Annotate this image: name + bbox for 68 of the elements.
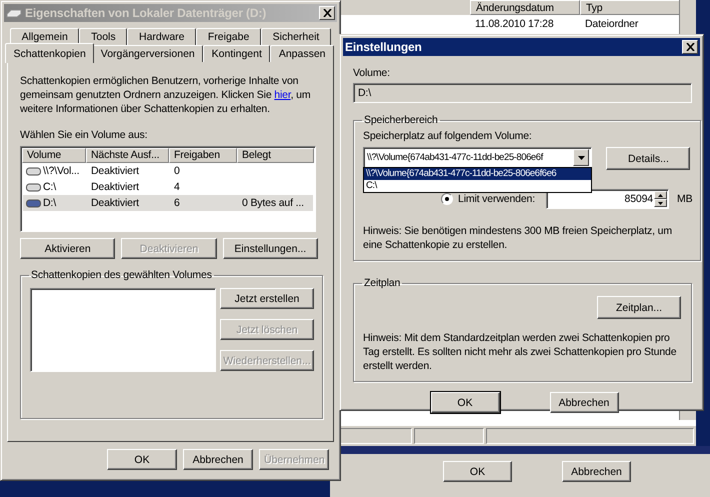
help-link[interactable]: hier [274,89,291,101]
column-header[interactable]: Typ [580,0,680,15]
table-cell-text: 11.08.2010 17:28 [474,18,555,30]
volume-field: D:\ [353,83,692,103]
table-cell: D:\ [43,197,56,209]
close-button[interactable] [682,40,698,54]
column-header[interactable]: Volume [22,148,86,163]
dropdown-option[interactable]: C:\ [364,180,591,192]
volume-dropdown[interactable]: \\?\Volume{674ab431-477c-11dd-be25-806e6f [363,147,592,168]
dialog-button[interactable]: OK [443,461,512,482]
tab[interactable]: Vorgängerversionen [92,45,204,62]
tab[interactable]: Sicherheit [260,28,332,45]
unit-label: MB [677,193,692,205]
drive-icon [26,198,41,208]
dialog-button[interactable]: Abbrechen [550,392,618,413]
tab[interactable]: Tools [79,28,128,45]
drive-icon [6,8,22,18]
field-label: Volume: [353,66,391,80]
tab[interactable]: Freigabe [196,28,261,45]
radio-button[interactable] [441,193,453,205]
dialog-button[interactable]: OK [107,449,177,470]
column-header[interactable]: Belegt [237,148,314,163]
copy-button[interactable]: Jetzt erstellen [220,288,314,309]
window-title: Einstellungen [345,40,423,54]
volume-row[interactable]: D:\ Deaktiviert 6 0 Bytes auf ... [23,195,313,211]
dialog-button[interactable]: Abbrechen [183,449,253,470]
table-cell-text: 0 Bytes auf ... [241,197,305,209]
limit-spinbox[interactable]: 85094 [546,189,669,209]
dropdown-option[interactable]: \\?\Volume{674ab431-477c-11dd-be25-806e6f6e6 [364,168,591,180]
drive-icon [26,182,41,192]
hint-text: Hinweis: Sie benötigen mindestens 300 MB freien Speicherplatz, um eine Schattenkopie zu erstellen. [363,224,673,252]
table-cell-text: Deaktiviert [90,197,140,209]
table-cell-text: 4 [173,181,181,193]
close-icon [322,9,332,17]
column-header[interactable]: Nächste Ausf... [86,148,169,163]
volume-row[interactable]: \\?\Vol... Deaktiviert 0 [23,163,313,179]
dialog-button[interactable]: Abbrechen [562,461,631,482]
radio-label: Limit verwenden: [458,193,536,205]
table-cell-text: Dateiordner [584,18,640,30]
drive-icon [26,166,41,176]
close-icon [686,43,694,51]
group-title: Zeitplan [363,277,402,290]
tab[interactable]: Kontingent [203,45,270,62]
volume-button[interactable]: Einstellungen... [222,238,318,259]
volume-button[interactable]: Aktivieren [20,238,116,259]
table-cell: C:\ [43,181,56,193]
column-header[interactable]: Freigaben [169,148,237,163]
table-cell-text: Deaktiviert [90,181,140,193]
intro-text: Schattenkopien ermöglichen Benutzern, vorherige Inhalte von gemeinsam genutzten Ordnern anzuzeigen. Klicken Sie hier, um weitere Informationen über Schattenkopien zu erhalten. [20,74,312,116]
group-title: Speicherbereich [363,114,439,127]
hint-text: Hinweis: Mit dem Standardzeitplan werden zwei Schattenkopien pro Tag erstellt. Es sollten nicht mehr als zwei Schattenkopien pro Stunde erstellt werden. [363,331,678,373]
schedule-button[interactable]: Zeitplan... [597,296,681,319]
details-button[interactable]: Details... [606,147,690,170]
group-title: Schattenkopien des gewählten Volumes [30,269,213,282]
table-cell-text: 0 [173,165,181,177]
shadow-copy-list[interactable] [30,288,216,372]
table-cell-text: 6 [173,197,181,209]
close-button[interactable] [319,6,335,20]
dialog-button[interactable]: OK [430,392,500,413]
tab[interactable]: Hardware [127,28,196,45]
table-cell-text: Deaktiviert [90,165,140,177]
field-label: Wählen Sie ein Volume aus: [20,128,148,142]
table-cell: \\?\Vol... [43,165,80,177]
field-label: Speicherplatz auf folgendem Volume: [363,129,533,143]
column-header[interactable]: Änderungsdatum [470,0,580,15]
tab[interactable]: Anpassen [270,45,334,62]
volume-row[interactable]: C:\ Deaktiviert 4 [23,179,313,195]
tab[interactable]: Schattenkopien [5,43,94,63]
